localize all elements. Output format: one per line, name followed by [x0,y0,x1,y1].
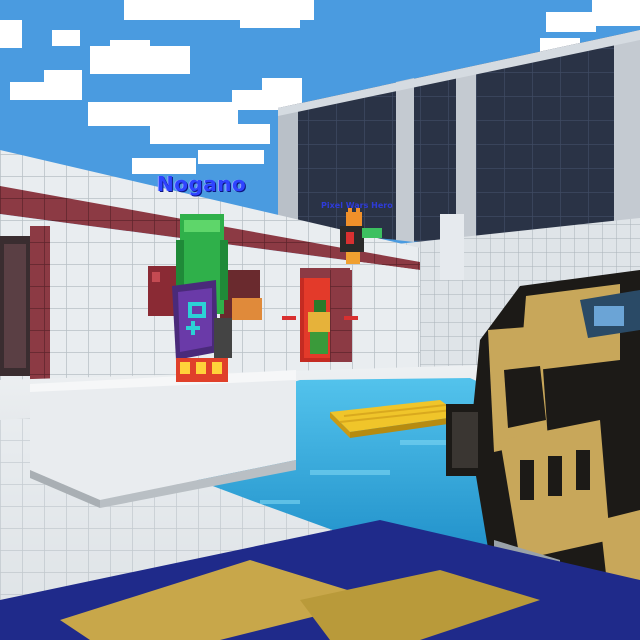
game-scene [0,0,640,640]
game-viewport[interactable]: Nogano Pixel Wars Hero [0,0,640,640]
